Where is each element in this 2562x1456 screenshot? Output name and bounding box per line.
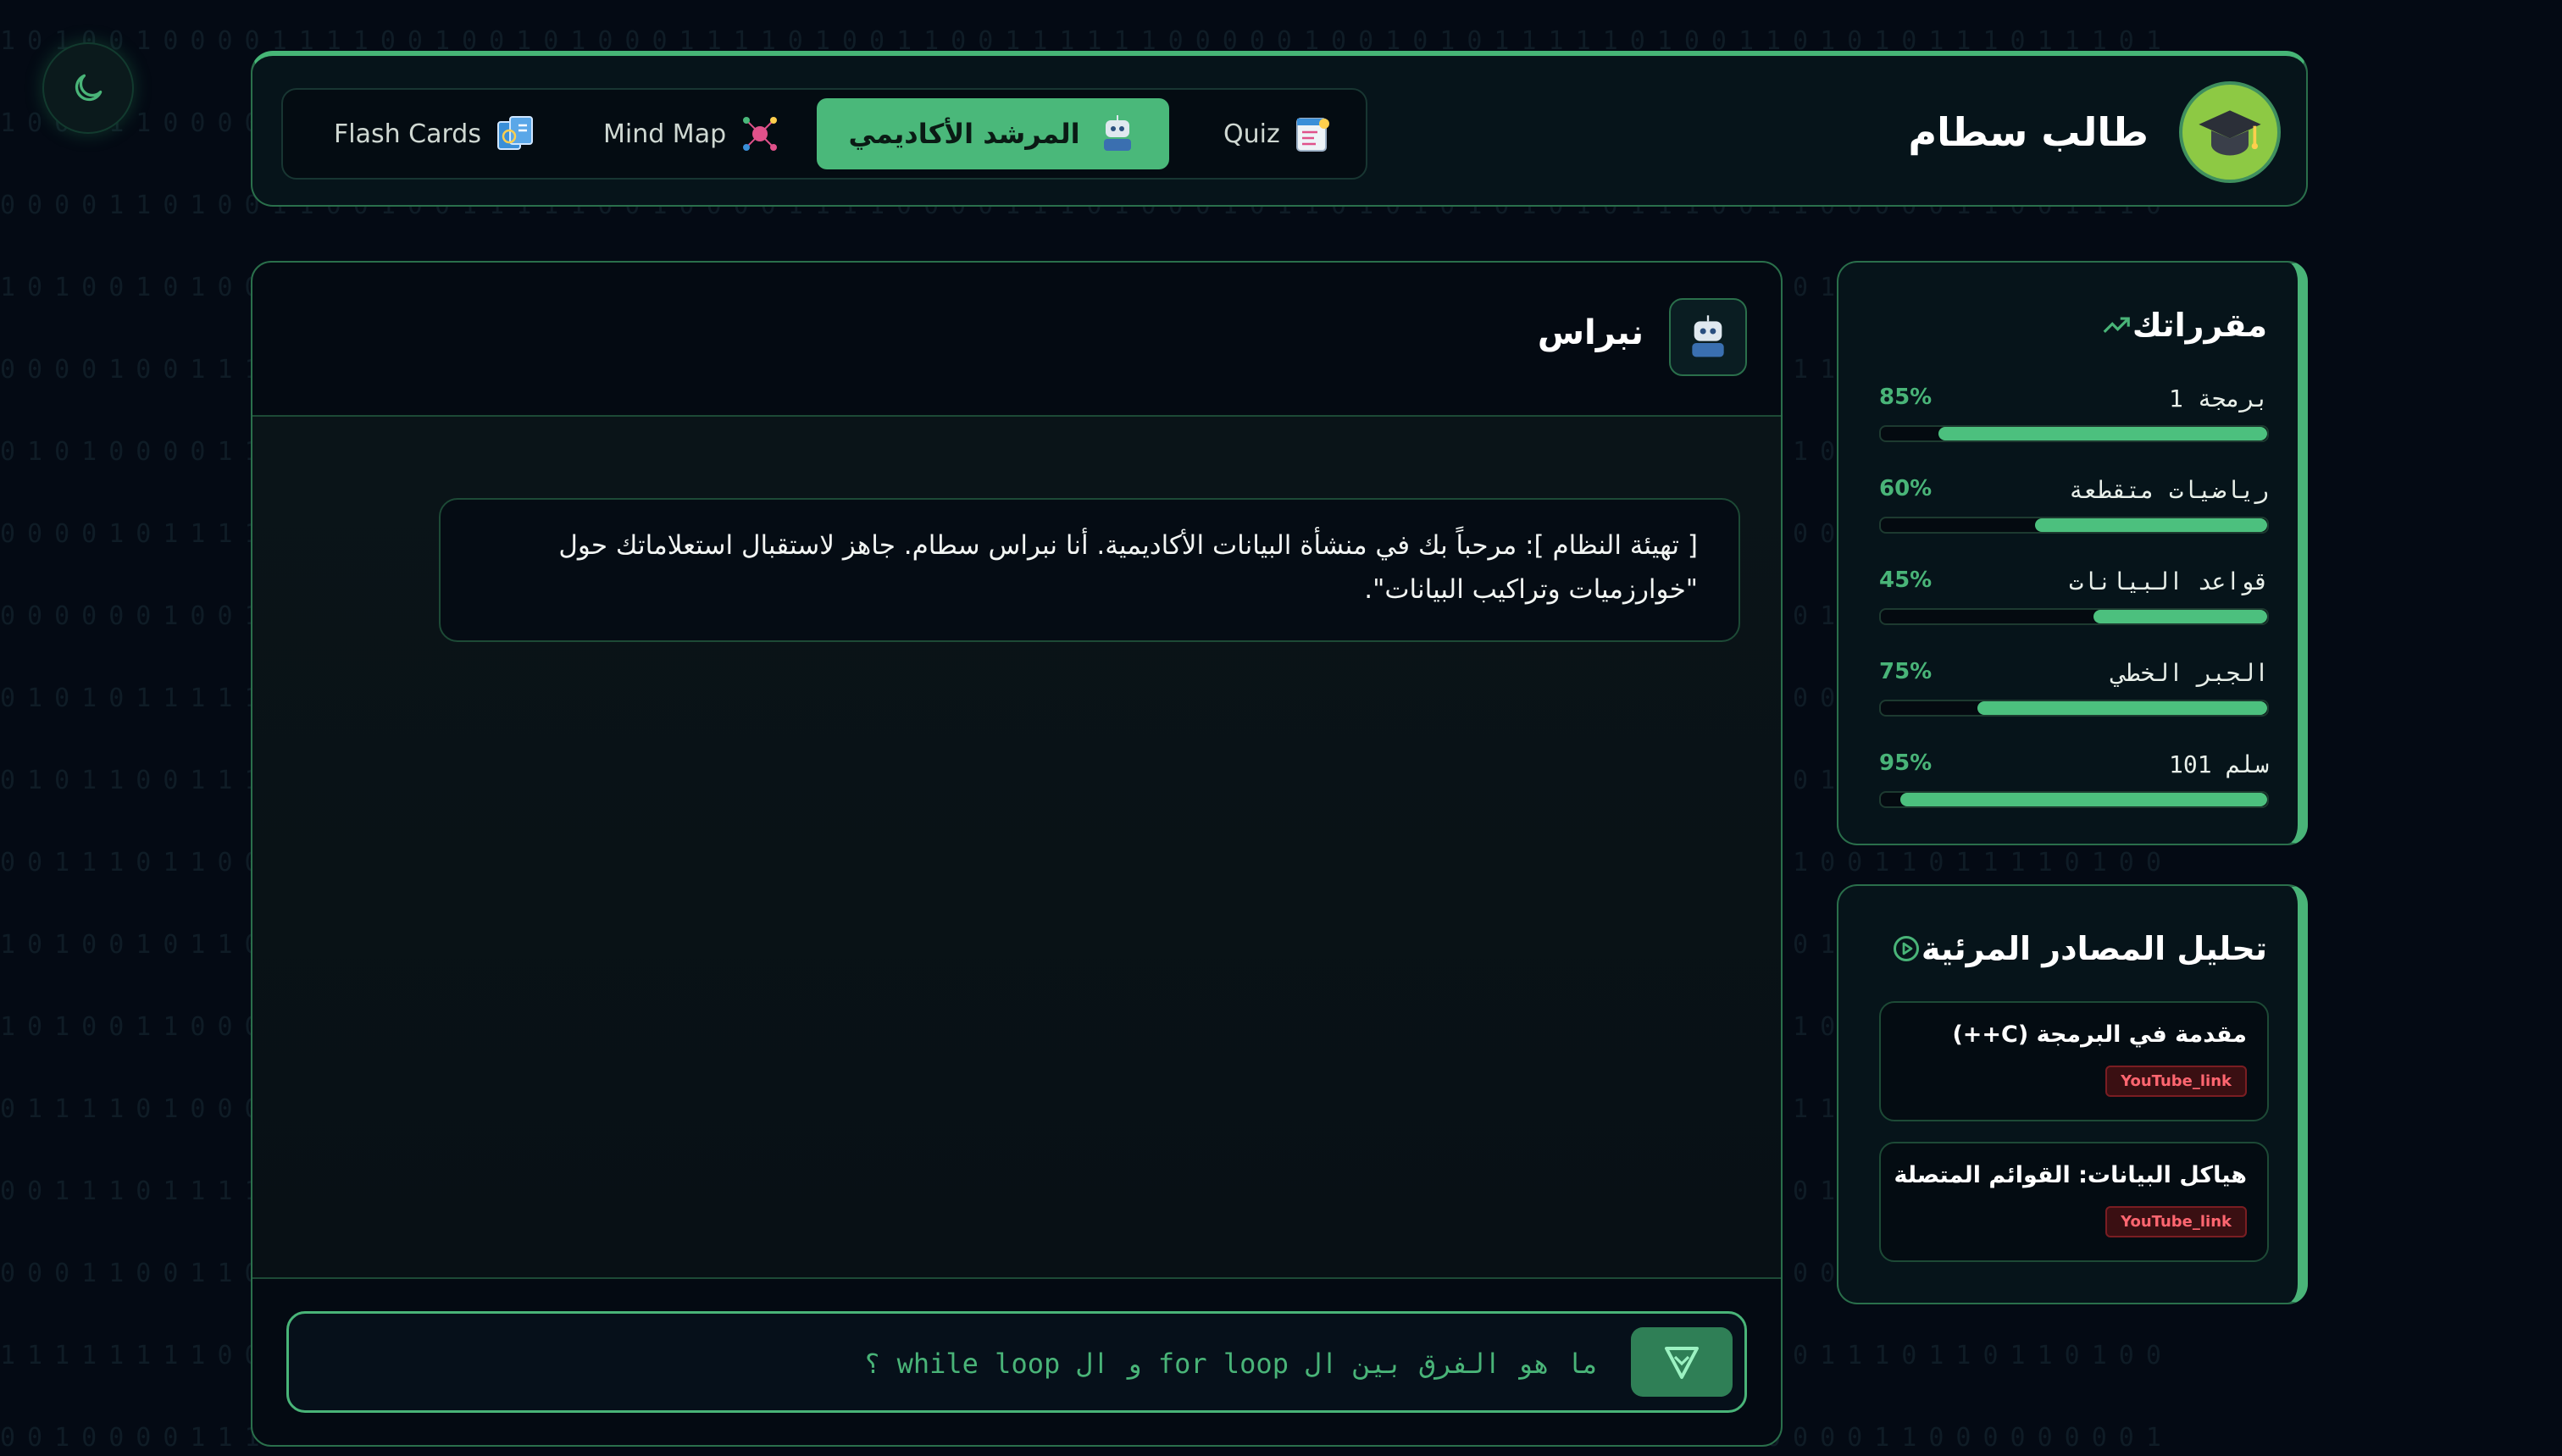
courses-panel: مقرراتك برمجة 1 85% رياضيات متقطعة 60% ق…	[1837, 261, 2308, 845]
student-profile[interactable]: طالب سطام	[1908, 81, 2281, 183]
robot-icon	[1684, 313, 1732, 361]
course-name: برمجة 1	[2169, 385, 2269, 412]
progress-fill	[2035, 518, 2267, 532]
chat-input[interactable]	[323, 1334, 1600, 1393]
progress-track	[1879, 425, 2269, 442]
flash-cards-icon	[495, 113, 535, 154]
tab-mind-map[interactable]: Mind Map	[603, 98, 781, 169]
chat-header: نبراس	[252, 263, 1781, 417]
send-icon	[1661, 1342, 1702, 1382]
progress-track	[1879, 791, 2269, 808]
mind-map-icon	[740, 113, 780, 154]
youtube-link-badge[interactable]: YouTube_link	[2105, 1206, 2247, 1237]
bot-avatar	[1669, 298, 1747, 376]
source-card[interactable]: مقدمة في البرمجة (C++) YouTube_link	[1879, 1001, 2269, 1121]
progress-track	[1879, 700, 2269, 717]
course-name: سلم 101	[2169, 750, 2269, 778]
source-card[interactable]: هياكل البيانات: القوائم المتصلة YouTube_…	[1879, 1142, 2269, 1262]
course-name: رياضيات متقطعة	[2069, 476, 2269, 504]
bot-name: نبراس	[1538, 313, 1644, 352]
progress-fill	[1938, 427, 2267, 440]
chat-panel: نبراس [ تهيئة النظام ]: مرحباً بك في منش…	[251, 261, 1783, 1447]
quiz-icon	[1292, 113, 1333, 154]
chat-messages: [ تهيئة النظام ]: مرحباً بك في منشأة الب…	[252, 417, 1781, 1277]
course-percent: 45%	[1879, 567, 1932, 593]
course-percent: 85%	[1879, 385, 1932, 410]
student-name: طالب سطام	[1908, 109, 2149, 155]
robot-icon	[1097, 113, 1138, 154]
course-item[interactable]: رياضيات متقطعة 60%	[1879, 476, 2269, 544]
course-percent: 60%	[1879, 476, 1932, 501]
tab-academic-advisor[interactable]: المرشد الأكاديمي	[817, 98, 1169, 169]
tab-label: المرشد الأكاديمي	[848, 118, 1079, 150]
sources-title: تحليل المصادر المرئية	[1872, 930, 2267, 967]
progress-fill	[1977, 701, 2267, 715]
course-percent: 95%	[1879, 750, 1932, 776]
system-message: [ تهيئة النظام ]: مرحباً بك في منشأة الب…	[439, 498, 1740, 642]
theme-toggle-button[interactable]	[42, 42, 134, 134]
course-percent: 75%	[1879, 659, 1932, 684]
send-button[interactable]	[1631, 1327, 1733, 1397]
chat-input-area	[252, 1277, 1781, 1445]
progress-track	[1879, 608, 2269, 625]
course-item[interactable]: سلم 101 95%	[1879, 750, 2269, 818]
courses-title-text: مقرراتك	[2132, 307, 2267, 344]
sources-title-text: تحليل المصادر المرئية	[1922, 930, 2267, 967]
source-title: هياكل البيانات: القوائم المتصلة	[1894, 1162, 2248, 1188]
course-name: الجبر الخطي	[2112, 659, 2269, 687]
chat-input-container	[286, 1311, 1747, 1413]
course-item[interactable]: الجبر الخطي 75%	[1879, 659, 2269, 727]
visual-sources-panel: تحليل المصادر المرئية مقدمة في البرمجة (…	[1837, 884, 2308, 1304]
tab-quiz[interactable]: Quiz	[1223, 98, 1342, 169]
course-name: قواعد البيانات	[2069, 567, 2269, 595]
course-item[interactable]: قواعد البيانات 45%	[1879, 567, 2269, 635]
tab-label: Quiz	[1223, 119, 1280, 149]
trending-up-icon	[2100, 309, 2132, 341]
youtube-link-badge[interactable]: YouTube_link	[2105, 1066, 2247, 1097]
tab-flash-cards[interactable]: Flash Cards	[334, 98, 546, 169]
mode-tabs: Flash Cards Mind Map المرشد الأكاديمي Qu…	[281, 88, 1367, 180]
moon-icon	[69, 69, 107, 107]
top-header: Flash Cards Mind Map المرشد الأكاديمي Qu…	[251, 51, 2308, 207]
student-avatar	[2179, 81, 2281, 183]
progress-track	[1879, 517, 2269, 534]
courses-title: مقرراتك	[2082, 307, 2267, 344]
graduation-cap-icon	[2193, 95, 2267, 169]
play-circle-icon	[1891, 933, 1922, 964]
source-title: مقدمة في البرمجة (C++)	[1952, 1021, 2247, 1048]
tab-label: Mind Map	[603, 119, 726, 149]
progress-fill	[2093, 610, 2267, 623]
progress-fill	[1900, 793, 2267, 806]
tab-label: Flash Cards	[334, 119, 481, 149]
course-item[interactable]: برمجة 1 85%	[1879, 385, 2269, 452]
